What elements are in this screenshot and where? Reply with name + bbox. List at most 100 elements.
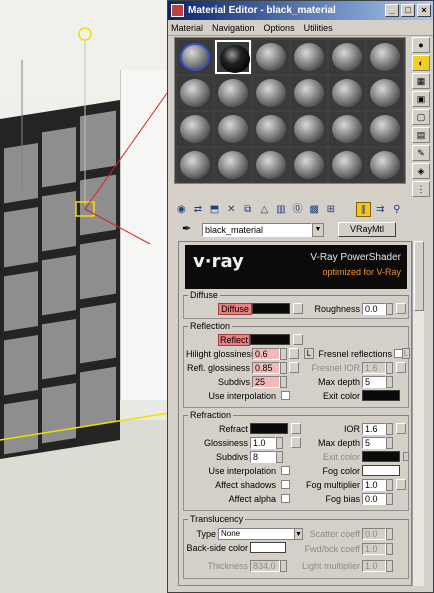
make-unique-icon[interactable]: △ <box>257 202 272 217</box>
refl-glossiness-spinner[interactable] <box>280 362 287 374</box>
sample-slot[interactable] <box>329 40 365 74</box>
refraction-glossiness-map-button[interactable] <box>291 437 301 448</box>
hilight-glossiness-field[interactable]: 0.6 <box>252 348 280 360</box>
fwd-bck-coeff-spinner[interactable] <box>386 543 393 555</box>
backlight-icon[interactable]: ◐ <box>412 55 430 71</box>
roughness-map-button[interactable] <box>396 303 406 314</box>
fresnel-lock-button[interactable]: L <box>402 348 410 359</box>
show-map-in-viewport-icon[interactable]: ▩ <box>307 202 322 217</box>
reflect-color-swatch[interactable] <box>250 334 290 345</box>
material-navigator-icon[interactable]: ⋮ <box>412 181 430 197</box>
reflection-max-depth-field[interactable]: 5 <box>362 376 386 388</box>
reflection-exit-color-swatch[interactable] <box>362 390 400 401</box>
sample-slot[interactable] <box>291 76 327 110</box>
pick-material-icon[interactable]: ⚲ <box>389 202 404 217</box>
refraction-max-depth-spinner[interactable] <box>386 437 393 449</box>
ior-map-button[interactable] <box>396 423 406 434</box>
refraction-subdivs-field[interactable]: 8 <box>250 451 276 463</box>
diffuse-color-swatch[interactable] <box>252 303 290 314</box>
reflection-use-interpolation-checkbox[interactable] <box>281 391 290 400</box>
refraction-exit-color-checkbox[interactable] <box>403 452 409 461</box>
put-to-library-icon[interactable]: ▥ <box>274 202 289 217</box>
fresnel-ior-field[interactable]: 1.6 <box>362 362 386 374</box>
refract-map-button[interactable] <box>291 423 301 434</box>
sample-slot[interactable] <box>177 112 213 146</box>
sample-slot[interactable] <box>215 112 251 146</box>
sample-slot[interactable] <box>291 112 327 146</box>
refl-glossiness-field[interactable]: 0.85 <box>252 362 280 374</box>
sample-type-icon[interactable]: ● <box>412 37 430 53</box>
sample-slot[interactable] <box>177 148 213 182</box>
affect-shadows-checkbox[interactable] <box>281 480 290 489</box>
sample-slot[interactable] <box>291 40 327 74</box>
hilight-glossiness-map-button[interactable] <box>289 348 299 359</box>
diffuse-map-button[interactable] <box>293 303 303 314</box>
sample-slot[interactable] <box>253 148 289 182</box>
fwd-bck-coeff-field[interactable]: 1.0 <box>362 543 386 555</box>
sample-slot[interactable] <box>215 148 251 182</box>
refraction-glossiness-field[interactable]: 1.0 <box>250 437 276 449</box>
translucency-type-select[interactable]: None <box>218 528 298 540</box>
go-to-parent-icon[interactable]: ⫼ <box>356 202 371 217</box>
thickness-field[interactable]: 834.0 <box>250 560 280 572</box>
sample-slot[interactable] <box>367 76 403 110</box>
reflection-max-depth-spinner[interactable] <box>386 376 393 388</box>
hilight-glossiness-spinner[interactable] <box>280 348 287 360</box>
fog-multiplier-spinner[interactable] <box>386 479 393 491</box>
refraction-glossiness-spinner[interactable] <box>276 437 283 449</box>
sample-slot[interactable] <box>291 148 327 182</box>
sample-slot[interactable] <box>253 40 289 74</box>
refraction-max-depth-field[interactable]: 5 <box>362 437 386 449</box>
sample-slot[interactable] <box>329 76 365 110</box>
menu-material[interactable]: Material <box>171 23 203 33</box>
reflect-map-button[interactable] <box>293 334 303 345</box>
scrollbar-thumb[interactable] <box>414 241 424 311</box>
affect-alpha-checkbox[interactable] <box>281 494 290 503</box>
material-type-button[interactable]: VRayMtl <box>338 222 396 237</box>
refraction-subdivs-spinner[interactable] <box>276 451 283 463</box>
background-icon[interactable]: ▦ <box>412 73 430 89</box>
go-forward-sibling-icon[interactable]: ⇉ <box>373 202 388 217</box>
show-end-result-icon[interactable]: ⊞ <box>323 202 338 217</box>
sample-slot[interactable] <box>367 40 403 74</box>
material-name-dropdown-icon[interactable]: ▼ <box>312 222 324 237</box>
backside-color-swatch[interactable] <box>250 542 286 553</box>
sample-slot[interactable] <box>329 148 365 182</box>
maximize-icon[interactable]: □ <box>401 4 415 17</box>
reflection-subdivs-spinner[interactable] <box>280 376 287 388</box>
sample-slot[interactable] <box>177 40 213 74</box>
parameters-scrollbar[interactable] <box>412 241 424 586</box>
sample-slot[interactable] <box>329 112 365 146</box>
ior-field[interactable]: 1.6 <box>362 423 386 435</box>
fog-color-swatch[interactable] <box>362 465 400 476</box>
refraction-exit-color-swatch[interactable] <box>362 451 400 462</box>
close-icon[interactable]: × <box>417 4 431 17</box>
material-name-field[interactable]: black_material <box>202 222 312 237</box>
sample-slot[interactable] <box>253 76 289 110</box>
thickness-spinner[interactable] <box>280 560 287 572</box>
sample-slot[interactable] <box>253 112 289 146</box>
make-copy-icon[interactable]: ⧉ <box>240 202 255 217</box>
fog-multiplier-field[interactable]: 1.0 <box>362 479 386 491</box>
sample-slot[interactable] <box>215 76 251 110</box>
menu-options[interactable]: Options <box>264 23 295 33</box>
get-material-icon[interactable]: ◉ <box>174 202 189 217</box>
fog-bias-field[interactable]: 0.0 <box>362 493 386 505</box>
fog-bias-spinner[interactable] <box>386 493 393 505</box>
video-check-icon[interactable]: ▢ <box>412 109 430 125</box>
reset-map-icon[interactable]: ✕ <box>224 202 239 217</box>
light-multiplier-field[interactable]: 1.0 <box>362 560 386 572</box>
ior-spinner[interactable] <box>386 423 393 435</box>
sample-slot[interactable] <box>177 76 213 110</box>
put-to-scene-icon[interactable]: ⇄ <box>191 202 206 217</box>
menu-utilities[interactable]: Utilities <box>304 23 333 33</box>
sample-slot-active[interactable] <box>215 40 251 74</box>
fresnel-ior-spinner[interactable] <box>386 362 393 374</box>
sample-slot[interactable] <box>367 148 403 182</box>
scatter-coeff-field[interactable]: 0.0 <box>362 528 386 540</box>
uv-tiling-icon[interactable]: ▣ <box>412 91 430 107</box>
select-by-material-icon[interactable]: ◈ <box>412 163 430 179</box>
material-effects-channel-icon[interactable]: ⓪ <box>290 202 305 217</box>
refract-color-swatch[interactable] <box>250 423 288 434</box>
minimize-icon[interactable]: _ <box>385 4 399 17</box>
